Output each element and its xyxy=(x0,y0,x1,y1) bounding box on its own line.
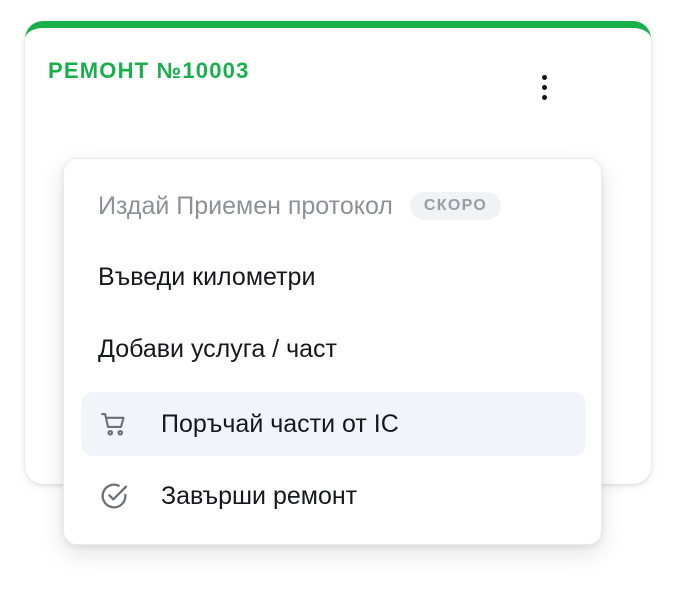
menu-item-order-parts-ic[interactable]: Поръчай части от IC xyxy=(81,392,586,456)
menu-item-add-service-part[interactable]: Добави услуга / част xyxy=(81,317,586,381)
menu-item-label: Добави услуга / част xyxy=(98,334,337,363)
kebab-dot xyxy=(541,94,547,100)
more-options-button[interactable] xyxy=(531,70,557,104)
menu-item-label: Издай Приемен протокол xyxy=(98,191,393,220)
check-circle-icon xyxy=(98,480,130,512)
repair-title: РЕМОНТ №10003 xyxy=(48,58,250,83)
actions-dropdown-menu: Издай Приемен протокол СКОРО Въведи кило… xyxy=(63,158,602,545)
menu-item-label: Поръчай части от IC xyxy=(161,409,399,438)
menu-item-issue-intake-protocol: Издай Приемен протокол СКОРО xyxy=(81,174,586,238)
coming-soon-badge: СКОРО xyxy=(409,192,502,220)
menu-item-enter-kilometers[interactable]: Въведи километри xyxy=(81,245,586,309)
menu-item-finish-repair[interactable]: Завърши ремонт xyxy=(81,464,586,528)
cart-icon xyxy=(98,408,130,440)
kebab-dot xyxy=(541,74,547,80)
menu-item-label: Въведи километри xyxy=(98,262,316,291)
menu-item-label: Завърши ремонт xyxy=(161,481,358,510)
kebab-dot xyxy=(541,84,547,90)
